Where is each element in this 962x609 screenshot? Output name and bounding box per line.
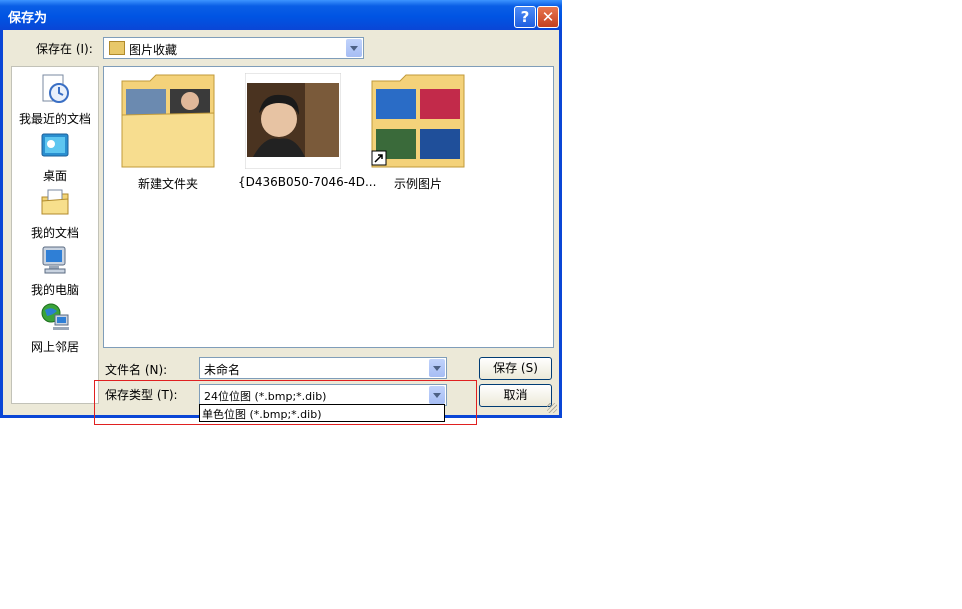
cancel-button[interactable]: 取消 (479, 384, 552, 407)
close-button[interactable]: ✕ (537, 6, 559, 28)
file-name: {D436B050-7046-4D... (238, 175, 377, 189)
resize-grip[interactable] (547, 403, 557, 413)
file-name: 新建文件夹 (137, 177, 198, 191)
photo-thumbnail (244, 72, 342, 170)
list-item[interactable]: {D436B050-7046-4D... (238, 72, 377, 189)
folder-icon (121, 74, 215, 168)
recent-documents-icon (42, 74, 69, 103)
my-computer-icon (42, 246, 66, 274)
place-label: 我的文档 (30, 226, 79, 240)
file-list-view: 新建文件夹 {D436B050-7046-4D... 示例图片 (103, 66, 554, 348)
help-icon: ? (520, 8, 530, 26)
places-bar: 我最近的文档 桌面 我的文档 我的电脑 网上邻居 (11, 66, 99, 404)
save-as-dialog: 保存为 ? ✕ 保存在 (I): 图片收藏 我最近的文档 桌面 我的文档 我的电… (0, 0, 562, 418)
desktop-icon (41, 133, 69, 157)
filename-input[interactable]: 未命名 (199, 357, 447, 379)
list-item[interactable]: 示例图片 (363, 73, 473, 192)
chevron-down-icon[interactable] (429, 359, 445, 377)
network-places-icon (41, 303, 69, 330)
save-button[interactable]: 保存 (S) (479, 357, 552, 380)
photo-image (244, 72, 342, 170)
help-button[interactable]: ? (514, 6, 536, 28)
chevron-down-icon[interactable] (346, 39, 362, 57)
place-desktop[interactable]: 桌面 (12, 130, 98, 184)
place-my-documents[interactable]: 我的文档 (12, 187, 98, 241)
my-documents-icon (41, 189, 69, 215)
folder-thumbnail (120, 73, 216, 169)
list-item[interactable]: 新建文件夹 (113, 73, 223, 192)
place-label: 我的电脑 (30, 283, 79, 297)
filename-value: 未命名 (204, 363, 241, 377)
highlight-box (94, 380, 477, 425)
folder-icon (109, 41, 125, 55)
file-name: 示例图片 (393, 177, 442, 191)
place-network[interactable]: 网上邻居 (12, 301, 98, 355)
location-value: 图片收藏 (129, 43, 178, 57)
place-recent[interactable]: 我最近的文档 (12, 73, 98, 127)
location-combo[interactable]: 图片收藏 (103, 37, 364, 59)
place-label: 我最近的文档 (18, 112, 91, 126)
place-my-computer[interactable]: 我的电脑 (12, 244, 98, 298)
window-title: 保存为 (8, 11, 48, 26)
dialog-body: 保存在 (I): 图片收藏 我最近的文档 桌面 我的文档 我的电脑 网上邻居 新… (3, 30, 559, 415)
place-label: 网上邻居 (30, 340, 79, 354)
close-icon: ✕ (541, 8, 555, 26)
folder-thumbnail (370, 73, 466, 169)
title-bar[interactable]: 保存为 ? ✕ (0, 0, 562, 30)
folder-icon (371, 74, 465, 168)
place-label: 桌面 (42, 169, 67, 183)
location-label: 保存在 (I): (36, 42, 93, 56)
filename-label: 文件名 (N): (105, 363, 168, 377)
